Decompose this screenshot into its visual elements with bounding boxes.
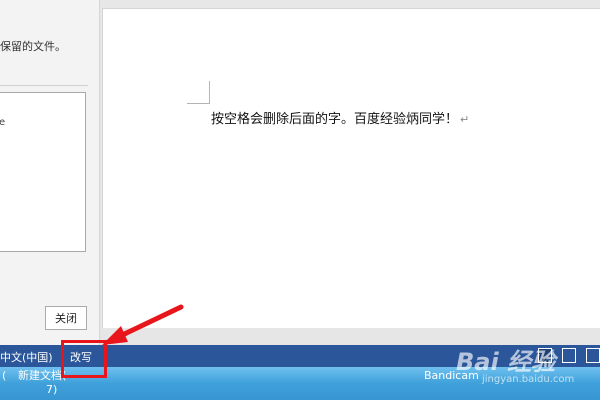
print-layout-icon[interactable] — [562, 348, 576, 363]
close-button[interactable]: 关闭 — [45, 306, 87, 330]
taskbar-item-fragment[interactable]: ( — [2, 369, 6, 382]
language-indicator[interactable]: 中文(中国) — [0, 349, 53, 365]
read-mode-icon[interactable] — [538, 348, 552, 363]
left-panel-divider — [0, 85, 88, 86]
status-bar: 中文(中国) 改写 — [0, 345, 600, 367]
document-text-content: 按空格会删除后面的字。百度经验炳同学！ — [211, 112, 459, 127]
document-text[interactable]: 按空格会删除后面的字。百度经验炳同学！ ↵ — [211, 108, 469, 127]
view-buttons — [538, 348, 600, 363]
document-area: 按空格会删除后面的字。百度经验炳同学！ ↵ — [100, 0, 600, 328]
margin-corner-mark-horizontal — [187, 103, 210, 104]
left-panel-message: 保留的文件。 — [0, 40, 66, 53]
taskbar-item-bandicam[interactable]: Bandicam — [424, 369, 479, 382]
taskbar: ( 新建文档( 7) Bandicam — [0, 367, 600, 400]
web-layout-icon[interactable] — [586, 348, 600, 363]
edit-mode-indicator[interactable]: 改写 — [70, 349, 92, 365]
file-listbox[interactable]: e — [0, 92, 86, 252]
taskbar-item-document-line1: 新建文档( — [18, 369, 67, 382]
paragraph-mark-icon: ↵ — [460, 113, 470, 126]
taskbar-item-document[interactable]: 新建文档( 7) — [18, 369, 94, 397]
left-panel: 保留的文件。 e 关闭 — [0, 0, 100, 345]
margin-corner-mark-vertical — [209, 81, 210, 103]
document-page[interactable]: 按空格会删除后面的字。百度经验炳同学！ ↵ — [102, 8, 600, 328]
taskbar-item-document-line2: 7) — [46, 383, 58, 396]
file-list-item[interactable]: e — [0, 117, 5, 128]
